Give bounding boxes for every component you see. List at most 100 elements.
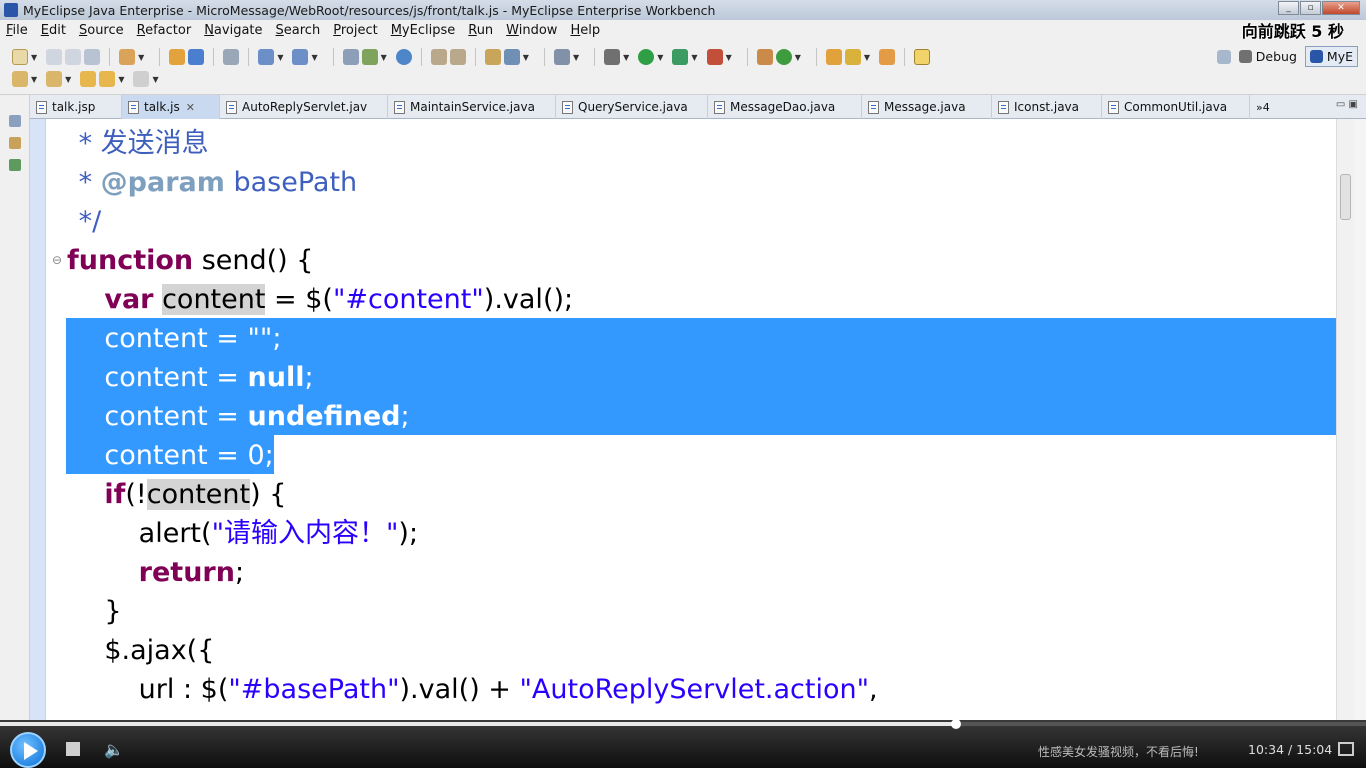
- tab-messagedao[interactable]: MessageDao.java: [708, 95, 862, 119]
- new-class-icon[interactable]: [775, 49, 792, 65]
- dropdown-arrow-icon[interactable]: ▼: [573, 53, 579, 62]
- left-view-strip: [0, 95, 30, 720]
- menu-help[interactable]: Help: [570, 23, 600, 38]
- promo-link[interactable]: 性感美女发骚视频，不看后悔!: [1038, 743, 1199, 760]
- menu-run[interactable]: Run: [468, 23, 493, 38]
- search-icon[interactable]: [844, 49, 861, 65]
- editor-vertical-scrollbar[interactable]: [1336, 119, 1354, 720]
- menu-navigate[interactable]: Navigate: [204, 23, 262, 38]
- stop-button[interactable]: [66, 742, 80, 756]
- video-progress-bar[interactable]: [0, 719, 1366, 729]
- play-button[interactable]: [10, 732, 46, 768]
- print-icon[interactable]: [84, 49, 101, 65]
- close-icon[interactable]: ✕: [1322, 1, 1360, 15]
- package-explorer-icon[interactable]: [9, 137, 21, 149]
- menu-edit[interactable]: Edit: [41, 23, 66, 38]
- next-annotation-icon[interactable]: [12, 71, 28, 87]
- wizard-icon[interactable]: [258, 49, 275, 65]
- playback-time: 10:34 / 15:04: [1248, 742, 1333, 757]
- dropdown-arrow-icon[interactable]: ▼: [657, 53, 663, 62]
- close-tab-icon[interactable]: ✕: [186, 101, 195, 114]
- report-icon[interactable]: [503, 49, 520, 65]
- scrollbar-thumb[interactable]: [1340, 174, 1351, 220]
- fold-marker[interactable]: ⊖: [30, 241, 66, 280]
- server-icon[interactable]: [119, 49, 136, 65]
- dropdown-arrow-icon[interactable]: ▼: [31, 75, 37, 84]
- new-icon[interactable]: [12, 49, 28, 65]
- new-package-icon[interactable]: [756, 49, 773, 65]
- tabs-overflow-button[interactable]: »4: [1250, 95, 1278, 119]
- menu-project[interactable]: Project: [333, 23, 378, 38]
- dropdown-arrow-icon[interactable]: ▼: [277, 53, 283, 62]
- tab-maintainservice[interactable]: MaintainService.java: [388, 95, 556, 119]
- dropdown-arrow-icon[interactable]: ▼: [864, 53, 870, 62]
- dropdown-arrow-icon[interactable]: ▼: [152, 75, 158, 84]
- tab-message[interactable]: Message.java: [862, 95, 992, 119]
- screen-icon[interactable]: [553, 49, 570, 65]
- editor-minimize-maximize-icon[interactable]: ▭ ▣: [1336, 99, 1358, 110]
- semicolon: ;: [400, 401, 410, 432]
- dropdown-arrow-icon[interactable]: ▼: [381, 53, 387, 62]
- dropdown-arrow-icon[interactable]: ▼: [523, 53, 529, 62]
- run-icon[interactable]: [638, 49, 655, 65]
- export-icon[interactable]: [361, 49, 378, 65]
- video-progress-knob[interactable]: [951, 719, 962, 729]
- dropdown-arrow-icon[interactable]: ▼: [118, 75, 124, 84]
- dropdown-arrow-icon[interactable]: ▼: [311, 53, 317, 62]
- perspective-debug[interactable]: Debug: [1235, 47, 1301, 66]
- menu-refactor[interactable]: Refactor: [137, 23, 192, 38]
- globe-icon[interactable]: [395, 49, 412, 65]
- last-edit-location-icon[interactable]: [80, 71, 97, 87]
- restore-view-icon[interactable]: [9, 115, 21, 127]
- dropdown-arrow-icon[interactable]: ▼: [795, 53, 801, 62]
- menu-myeclipse[interactable]: MyEclipse: [391, 23, 456, 38]
- run-external-icon[interactable]: [672, 49, 689, 65]
- menu-source[interactable]: Source: [79, 23, 124, 38]
- dropdown-arrow-icon[interactable]: ▼: [138, 53, 144, 62]
- image-icon[interactable]: [484, 49, 501, 65]
- clipboard-icon[interactable]: [430, 49, 447, 65]
- code-editor[interactable]: * 发送消息 * @param basePath */ function sen…: [30, 119, 1336, 720]
- open-type-icon[interactable]: [825, 49, 842, 65]
- web-wizard-icon[interactable]: [292, 49, 309, 65]
- maximize-icon[interactable]: ▫: [1300, 1, 1321, 15]
- forward-icon[interactable]: [133, 71, 150, 87]
- save-icon[interactable]: [46, 49, 63, 65]
- tab-talk-js[interactable]: talk.js ✕: [122, 95, 220, 119]
- volume-icon[interactable]: 🔈: [104, 740, 124, 759]
- dropdown-arrow-icon[interactable]: ▼: [691, 53, 697, 62]
- open-task-icon[interactable]: [879, 49, 896, 65]
- tab-queryservice[interactable]: QueryService.java: [556, 95, 708, 119]
- external-tools-icon[interactable]: [706, 49, 723, 65]
- deploy-icon[interactable]: [188, 49, 205, 65]
- toggle-mark-occurrences-icon[interactable]: [914, 49, 931, 65]
- menu-file[interactable]: File: [6, 23, 28, 38]
- tab-iconst[interactable]: Iconst.java: [992, 95, 1102, 119]
- package-icon[interactable]: [169, 49, 186, 65]
- tab-autoreplyservlet[interactable]: AutoReplyServlet.jav: [220, 95, 388, 119]
- dropdown-arrow-icon[interactable]: ▼: [726, 53, 732, 62]
- fullscreen-icon[interactable]: [1338, 742, 1354, 756]
- menu-window[interactable]: Window: [506, 23, 557, 38]
- hierarchy-view-icon[interactable]: [9, 159, 21, 171]
- database-icon[interactable]: [223, 49, 240, 65]
- save-all-icon[interactable]: [65, 49, 82, 65]
- url-key: url : $(: [138, 674, 229, 705]
- keyword-var: var: [104, 284, 154, 315]
- hierarchy-icon[interactable]: [342, 49, 359, 65]
- tab-commonutil[interactable]: CommonUtil.java: [1102, 95, 1250, 119]
- dropdown-arrow-icon[interactable]: ▼: [65, 75, 71, 84]
- tab-talk-jsp[interactable]: talk.jsp: [30, 95, 122, 119]
- previous-annotation-icon[interactable]: [46, 71, 63, 87]
- collapse-icon[interactable]: ⊖: [52, 241, 62, 280]
- minimize-icon[interactable]: _: [1278, 1, 1299, 15]
- menu-search[interactable]: Search: [276, 23, 321, 38]
- dropdown-arrow-icon[interactable]: ▼: [31, 53, 37, 62]
- debug-bug-icon[interactable]: [604, 49, 621, 65]
- open-perspective-icon[interactable]: [1216, 49, 1231, 64]
- dropdown-arrow-icon[interactable]: ▼: [623, 53, 629, 62]
- back-icon[interactable]: [99, 71, 116, 87]
- refresh-icon[interactable]: [449, 49, 466, 65]
- perspective-myeclipse[interactable]: MyE: [1304, 46, 1358, 67]
